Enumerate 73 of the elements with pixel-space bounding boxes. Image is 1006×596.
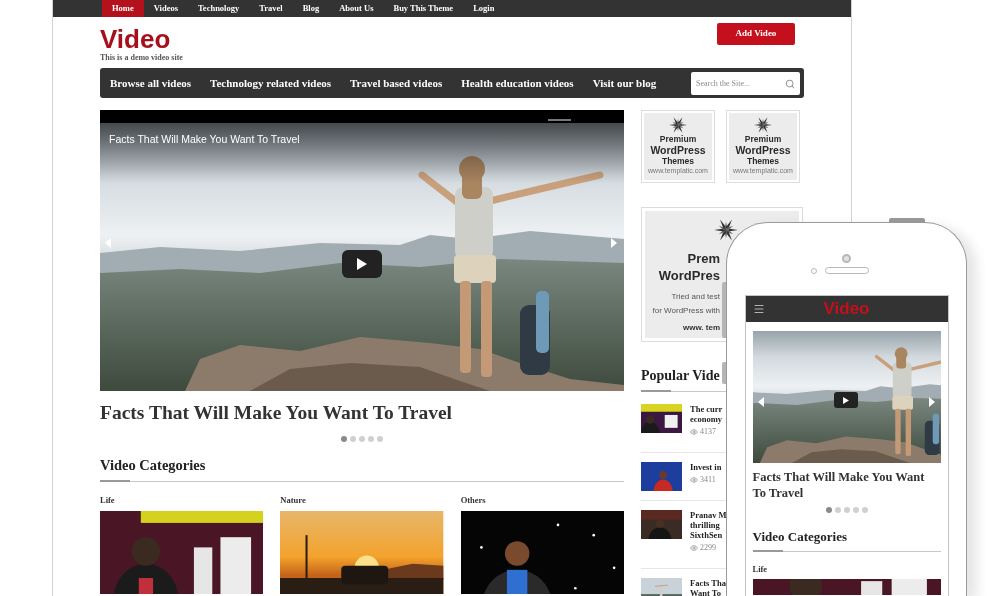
dash-icon bbox=[548, 119, 571, 121]
video-thumbnail[interactable] bbox=[280, 511, 444, 594]
video-title[interactable]: economy bbox=[690, 414, 723, 424]
top-menu-link[interactable]: Technology bbox=[187, 0, 250, 17]
previous-arrow-icon[interactable] bbox=[757, 397, 764, 407]
view-count: 2299 bbox=[700, 543, 716, 552]
search-icon[interactable] bbox=[785, 78, 795, 89]
top-menu-link[interactable]: Travel bbox=[249, 0, 293, 17]
main-nav-link[interactable]: Browse all videos bbox=[110, 74, 192, 92]
ad-text: WordPres bbox=[658, 267, 720, 284]
ad-text: Premium bbox=[659, 134, 697, 144]
video-thumbnail[interactable] bbox=[752, 579, 941, 595]
category-label[interactable]: Life bbox=[752, 564, 768, 574]
top-menu-link[interactable]: Blog bbox=[292, 0, 330, 17]
main-nav-link[interactable]: Travel based videos bbox=[350, 74, 443, 92]
site-logo[interactable]: Video bbox=[100, 26, 171, 53]
top-menu-link[interactable]: Videos bbox=[143, 0, 188, 17]
phone-camera-icon bbox=[842, 254, 851, 263]
video-thumbnail[interactable] bbox=[641, 510, 682, 539]
category-label[interactable]: Nature bbox=[280, 495, 306, 505]
video-thumbnail[interactable] bbox=[460, 511, 624, 594]
category-label[interactable]: Life bbox=[100, 495, 115, 505]
ad-text: WordPress bbox=[735, 144, 791, 156]
section-heading: Video Categories bbox=[752, 529, 847, 545]
starburst-logo-icon bbox=[714, 218, 738, 242]
video-thumbnail[interactable] bbox=[100, 511, 264, 594]
section-heading: Popular Vide bbox=[641, 367, 720, 385]
top-menu-link[interactable]: About Us bbox=[329, 0, 384, 17]
slide-title[interactable]: Facts That Will Make You Want To Travel bbox=[100, 400, 624, 426]
section-heading: Video Categories bbox=[100, 456, 207, 474]
main-nav-link[interactable]: Technology related videos bbox=[210, 74, 332, 92]
view-count: 4137 bbox=[700, 427, 716, 436]
video-title[interactable]: Want To bbox=[690, 588, 721, 596]
play-button[interactable] bbox=[833, 392, 858, 408]
next-arrow-icon[interactable] bbox=[611, 238, 617, 248]
video-title[interactable]: thrilling bbox=[690, 520, 720, 530]
menu-icon[interactable] bbox=[752, 303, 765, 315]
eye-icon bbox=[690, 543, 698, 552]
top-menu-link[interactable]: Login bbox=[463, 0, 505, 17]
starburst-logo-icon bbox=[754, 116, 772, 134]
site-tagline: This is a demo video site bbox=[100, 53, 183, 62]
main-nav-link[interactable]: Visit our blog bbox=[592, 74, 657, 92]
video-thumbnail[interactable] bbox=[641, 462, 682, 491]
ad-text: Themes bbox=[746, 156, 780, 166]
video-title[interactable]: SixthSen bbox=[690, 530, 723, 540]
slide-title[interactable]: Facts That Will Make You Want To Travel bbox=[752, 469, 941, 501]
eye-icon bbox=[690, 475, 698, 484]
ad-text: WordPress bbox=[650, 144, 706, 156]
view-count: 3411 bbox=[700, 475, 716, 484]
video-title[interactable]: Pranav M bbox=[690, 510, 727, 520]
top-menu-link[interactable]: Buy This Theme bbox=[383, 0, 464, 17]
play-icon bbox=[357, 258, 367, 270]
eye-icon bbox=[690, 427, 698, 436]
video-title[interactable]: The curr bbox=[690, 404, 723, 414]
play-button[interactable] bbox=[342, 250, 382, 278]
starburst-logo-icon bbox=[669, 116, 687, 134]
video-title[interactable]: Invest in bbox=[690, 462, 722, 472]
category-label[interactable]: Others bbox=[460, 495, 486, 505]
ad-text: Prem bbox=[687, 250, 720, 267]
video-thumbnail[interactable] bbox=[641, 404, 682, 433]
slide-caption: Facts That Will Make You Want To Travel bbox=[109, 132, 300, 147]
add-video-button[interactable]: Add Video bbox=[717, 23, 795, 45]
video-title[interactable]: Facts Tha bbox=[690, 578, 726, 588]
ad-url: www. tem bbox=[682, 323, 720, 333]
ad-text: for WordPress with bbox=[652, 305, 720, 317]
ad-text: Premium bbox=[744, 134, 782, 144]
next-arrow-icon[interactable] bbox=[928, 397, 935, 407]
main-nav-link[interactable]: Health education videos bbox=[461, 74, 574, 92]
search-field[interactable]: Search the Site... bbox=[691, 71, 800, 95]
play-icon bbox=[842, 396, 849, 404]
ad-text: Tried and test bbox=[671, 291, 720, 303]
top-menu-link[interactable]: Home bbox=[102, 0, 144, 17]
ad-text: Themes bbox=[661, 156, 695, 166]
